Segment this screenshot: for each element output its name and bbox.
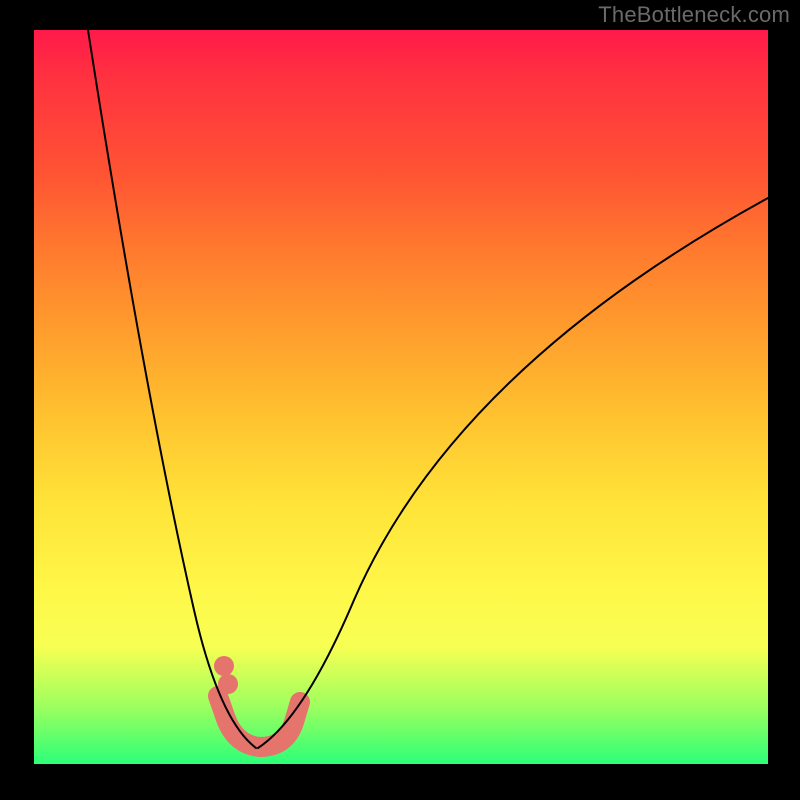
watermark-text: TheBottleneck.com	[598, 2, 790, 28]
chart-frame: TheBottleneck.com	[0, 0, 800, 800]
curve-right	[258, 198, 768, 748]
marker-dot	[218, 674, 238, 694]
chart-svg	[34, 30, 768, 764]
plot-area	[34, 30, 768, 764]
marker-dot	[214, 656, 234, 676]
curve-left	[88, 30, 256, 748]
